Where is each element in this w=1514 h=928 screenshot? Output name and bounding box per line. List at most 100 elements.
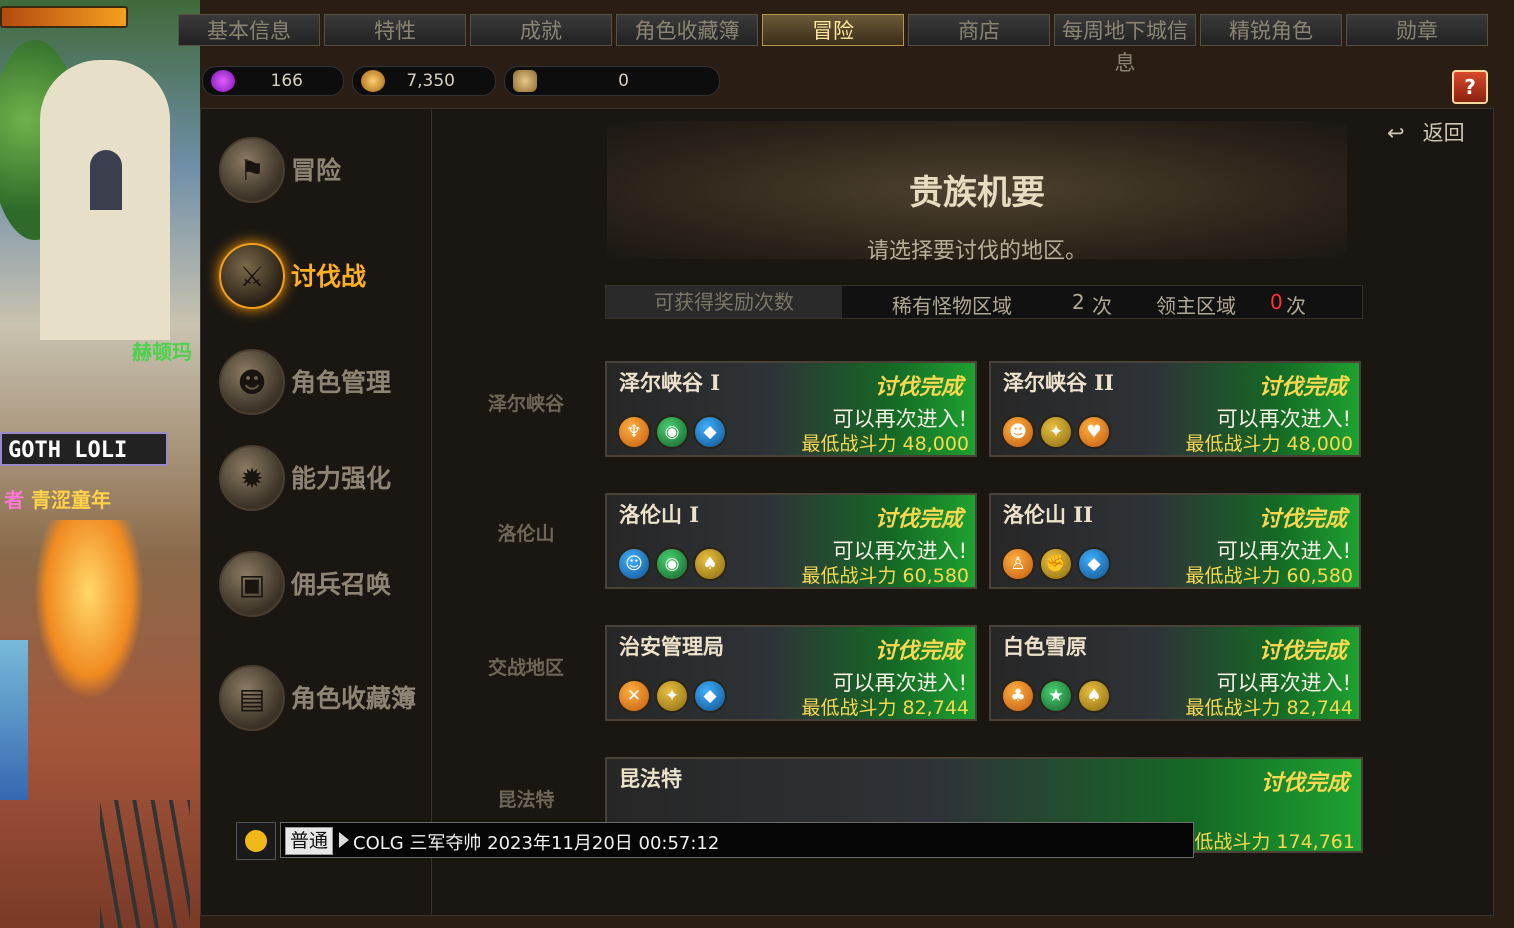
smiley-icon [245, 830, 267, 852]
dungeon-name: 洛伦山 II [1003, 502, 1093, 527]
gem-count: 166 [270, 71, 303, 91]
chat-mode-arrow-icon [339, 832, 349, 848]
beast-icon: ✦ [655, 679, 689, 713]
ghost-icon: ☺ [617, 547, 651, 581]
spikes [100, 800, 190, 928]
monster-icons: ✕ ✦ ◆ [617, 679, 727, 713]
tab-character-collection[interactable]: 角色收藏簿 [616, 14, 758, 46]
sidebar-item-label: 角色管理 [291, 368, 392, 397]
min-power: 最低战斗力 60,580 [801, 565, 969, 587]
dungeon-name: 昆法特 [619, 766, 682, 791]
monster-icons: ☻ ✦ ♥ [1001, 415, 1111, 449]
rare-area-count: 2 [1072, 290, 1085, 314]
clear-status: 讨伐完成 [874, 638, 963, 664]
sidebar-item-label: 能力强化 [291, 464, 392, 493]
monster-icons: ♙ ✊ ◆ [1001, 547, 1111, 581]
reward-count-bar: 可获得奖励次数 稀有怪物区域 2 次 领主区域 0 次 [605, 285, 1363, 319]
page-subtitle: 请选择要讨伐的地区。 [866, 239, 1087, 264]
dungeon-card[interactable]: 泽尔峡谷 II 讨伐完成 ☻ ✦ ♥ 可以再次进入! 最低战斗力 48,000 [989, 361, 1361, 457]
min-power: 最低战斗力 60,580 [1185, 565, 1353, 587]
beast-icon: ✦ [1039, 415, 1073, 449]
sidebar-item-ability-enhance[interactable]: ✹ 能力强化 [219, 437, 424, 517]
water-icon: ◆ [1077, 547, 1111, 581]
tab-adventure[interactable]: 冒险 [762, 14, 904, 46]
dungeon-name: 治安管理局 [619, 634, 724, 659]
eye-icon: ◉ [655, 415, 689, 449]
dungeon-name: 洛伦山 I [619, 502, 700, 527]
game-scene: 赫顿玛 GOTH LOLI 者 青涩童年 [0, 0, 200, 928]
tab-elite-character[interactable]: 精锐角色 [1200, 14, 1342, 46]
hp-bar [0, 6, 128, 28]
clear-status: 讨伐完成 [1258, 638, 1347, 664]
sidebar-item-collection[interactable]: ▤ 角色收藏簿 [219, 657, 424, 737]
dungeon-name: 泽尔峡谷 I [619, 370, 721, 395]
chat-bar: 普通 COLG 三军夺帅 2023年11月20日 00:57:12 [236, 822, 1196, 860]
back-button[interactable]: ↩ 返回 [1387, 117, 1465, 147]
chat-message: COLG 三军夺帅 2023年11月20日 00:57:12 [353, 833, 720, 854]
dungeon-card[interactable]: 洛伦山 I 讨伐完成 ☺ ◉ ♠ 可以再次进入! 最低战斗力 60,580 [605, 493, 977, 589]
figure-icon: ♙ [1001, 547, 1035, 581]
clear-status: 讨伐完成 [874, 374, 963, 400]
token-stack-icon [513, 70, 537, 92]
region-label: 昆法特 [497, 789, 555, 811]
water-icon: ◆ [693, 679, 727, 713]
spade-icon: ♠ [1077, 679, 1111, 713]
tab-medals[interactable]: 勋章 [1346, 14, 1488, 46]
guild-prefix: 者 [4, 488, 24, 512]
lord-area-count: 0 [1270, 290, 1283, 314]
coin-count: 7,350 [406, 71, 455, 91]
tab-achievements[interactable]: 成就 [470, 14, 612, 46]
dungeon-card[interactable]: 白色雪原 讨伐完成 ♣ ★ ♠ 可以再次进入! 最低战斗力 82,744 [989, 625, 1361, 721]
chat-mode-button[interactable]: 普通 [285, 827, 334, 855]
album-icon: ▤ [219, 665, 285, 731]
sidebar-item-raid[interactable]: ⚔ 讨伐战 [219, 235, 424, 315]
sidebar-item-label: 冒险 [291, 156, 342, 185]
tab-basic-info[interactable]: 基本信息 [178, 14, 320, 46]
currency-coins: 7,350 [352, 66, 496, 96]
monster-icons: ♆ ◉ ◆ [617, 415, 727, 449]
min-power: 最低战斗力 82,744 [801, 697, 969, 719]
clear-status: 讨伐完成 [874, 506, 963, 532]
sidebar-item-label: 佣兵召唤 [291, 570, 392, 599]
star-burst-icon: ✹ [219, 445, 285, 511]
tab-weekly-dungeon[interactable]: 每周地下城信息 [1054, 14, 1196, 75]
fist-icon: ✊ [1039, 547, 1073, 581]
tab-traits[interactable]: 特性 [324, 14, 466, 46]
min-power: 最低战斗力 174,761 [1175, 831, 1355, 853]
fire-icon: ♆ [617, 415, 651, 449]
chat-input[interactable]: 普通 COLG 三军夺帅 2023年11月20日 00:57:12 [280, 822, 1194, 858]
tab-bar: 基本信息 特性 成就 角色收藏簿 冒险 商店 每周地下城信息 精锐角色 勋章 [178, 14, 1488, 75]
dungeon-card[interactable]: 洛伦山 II 讨伐完成 ♙ ✊ ◆ 可以再次进入! 最低战斗力 60,580 [989, 493, 1361, 589]
page-title: 贵族机要 [909, 173, 1045, 213]
sidebar-item-mercenary[interactable]: ▣ 佣兵召唤 [219, 543, 424, 623]
guild-title: 青涩童年 [30, 488, 111, 512]
heart-icon: ♥ [1077, 415, 1111, 449]
dungeon-card[interactable]: 治安管理局 讨伐完成 ✕ ✦ ◆ 可以再次进入! 最低战斗力 82,744 [605, 625, 977, 721]
door [90, 150, 122, 210]
monster-icons: ♣ ★ ♠ [1001, 679, 1111, 713]
town-sign: 赫顿玛 [132, 340, 192, 364]
dungeon-card[interactable]: 泽尔峡谷 I 讨伐完成 ♆ ◉ ◆ 可以再次进入! 最低战斗力 48,000 [605, 361, 977, 457]
sidebar-item-label: 角色收藏簿 [291, 684, 417, 713]
help-icon[interactable]: ? [1452, 70, 1488, 104]
water-icon: ◆ [693, 415, 727, 449]
player-character[interactable] [34, 520, 144, 700]
crossed-swords-icon: ⚔ [219, 243, 285, 309]
currency-gems: 166 [202, 66, 344, 96]
monster-icons: ☺ ◉ ♠ [617, 547, 727, 581]
sidebar: ⚑ 冒险 ⚔ 讨伐战 ☻ 角色管理 ✹ 能力强化 ▣ 佣兵召唤 ▤ 角色收藏簿 [201, 109, 432, 915]
character-nameplate: GOTH LOLI [0, 432, 168, 466]
rare-area-label: 稀有怪物区域 [892, 294, 1012, 318]
adventure-panel: ⚑ 冒险 ⚔ 讨伐战 ☻ 角色管理 ✹ 能力强化 ▣ 佣兵召唤 ▤ 角色收藏簿 … [200, 108, 1494, 916]
dungeon-name: 泽尔峡谷 II [1003, 370, 1114, 395]
emoji-button[interactable] [236, 822, 276, 860]
reward-count-label: 可获得奖励次数 [606, 286, 842, 318]
tab-shop[interactable]: 商店 [908, 14, 1050, 46]
min-power: 最低战斗力 82,744 [1185, 697, 1353, 719]
star-icon: ★ [1039, 679, 1073, 713]
spade-icon: ♠ [693, 547, 727, 581]
sidebar-item-character-management[interactable]: ☻ 角色管理 [219, 341, 424, 421]
eye-icon: ◉ [655, 547, 689, 581]
sidebar-item-adventure[interactable]: ⚑ 冒险 [219, 129, 424, 209]
monster-face-icon: ☻ [1001, 415, 1035, 449]
